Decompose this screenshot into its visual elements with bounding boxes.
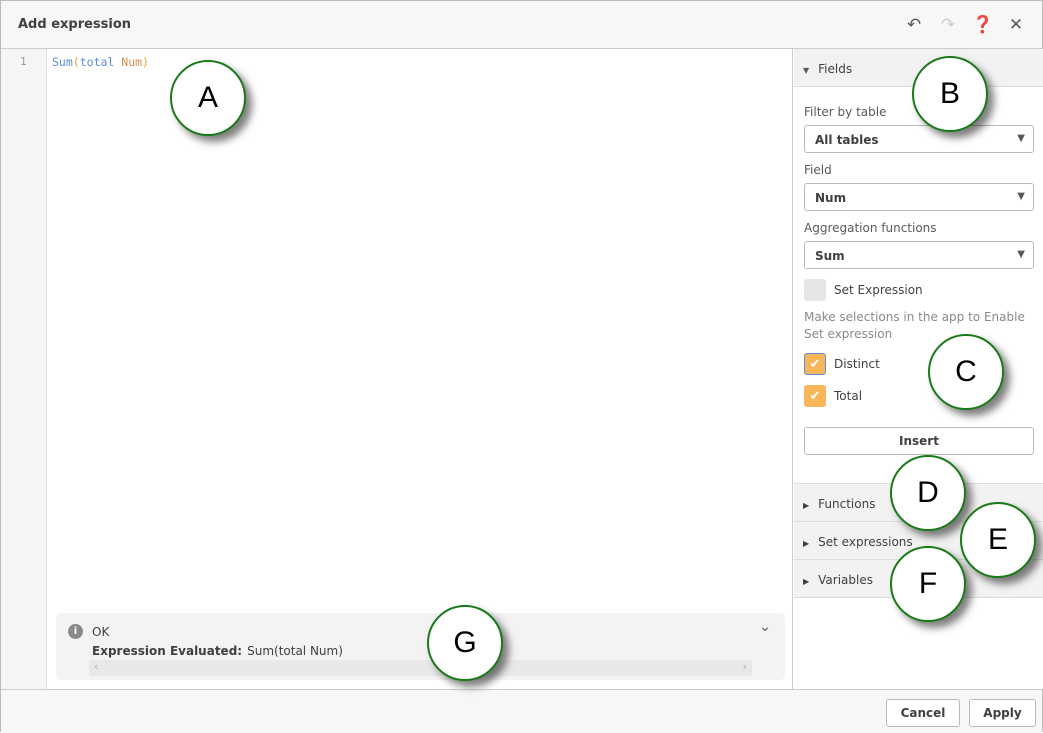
callout-b: B: [912, 56, 988, 132]
insert-button[interactable]: Insert: [804, 427, 1034, 455]
callout-f: F: [890, 546, 966, 622]
status-state: OK: [92, 625, 110, 639]
add-expression-dialog: Add expression ↶ ↷ ❓ ✕ 1 Sum(total Num) …: [0, 0, 1043, 733]
select-value: Num: [815, 191, 847, 205]
callout-c: C: [928, 334, 1004, 410]
expression-editor[interactable]: 1 Sum(total Num) i OK Expression Evaluat…: [1, 49, 793, 689]
checkmark-icon: ✔: [804, 385, 826, 407]
line-number: 1: [20, 55, 27, 68]
checkmark-icon: ✔: [804, 353, 826, 375]
select-value: All tables: [815, 133, 879, 147]
caret-right-icon: ▶: [803, 501, 810, 510]
dialog-footer: Cancel Apply: [1, 689, 1042, 733]
dialog-title: Add expression: [18, 17, 132, 32]
evaluated-value: Sum(total Num): [247, 644, 343, 658]
dropdown-arrow-icon: ▼: [1017, 249, 1025, 260]
dropdown-arrow-icon: ▼: [1017, 191, 1025, 202]
aggregation-label: Aggregation functions: [804, 221, 937, 235]
aggregation-select[interactable]: Sum ▼: [804, 241, 1034, 269]
set-expression-hint: Make selections in the app to Enable Set…: [804, 310, 1025, 341]
expression-code[interactable]: Sum(total Num): [52, 55, 149, 69]
dropdown-arrow-icon: ▼: [1017, 133, 1025, 144]
checkbox-box: [804, 279, 826, 301]
checkbox-label: Total: [834, 389, 863, 403]
caret-right-icon: ▶: [803, 539, 810, 548]
code-function: Sum: [52, 55, 73, 69]
code-field: Num: [121, 55, 143, 69]
code-paren: (: [72, 55, 80, 69]
code-keyword: total: [79, 55, 122, 69]
section-title: Fields: [818, 62, 853, 76]
filter-by-table-select[interactable]: All tables ▼: [804, 125, 1034, 153]
section-title: Functions: [818, 497, 876, 511]
caret-down-icon: ▼: [803, 66, 810, 75]
field-select[interactable]: Num ▼: [804, 183, 1034, 211]
scroll-left-icon[interactable]: ‹: [94, 660, 98, 673]
undo-icon[interactable]: ↶: [904, 15, 924, 35]
close-icon[interactable]: ✕: [1006, 15, 1026, 35]
select-value: Sum: [815, 249, 845, 263]
chevron-down-icon[interactable]: ⌄: [759, 619, 771, 635]
help-icon[interactable]: ❓: [972, 15, 993, 35]
section-title: Variables: [818, 573, 873, 587]
callout-d: D: [890, 455, 966, 531]
set-expression-checkbox[interactable]: Set Expression: [804, 279, 1034, 301]
callout-g: G: [427, 605, 503, 681]
apply-button[interactable]: Apply: [969, 699, 1036, 727]
section-title: Set expressions: [818, 535, 913, 549]
line-gutter: 1: [1, 49, 47, 689]
checkbox-label: Distinct: [834, 357, 880, 371]
horizontal-scrollbar[interactable]: ‹ ›: [89, 660, 752, 676]
redo-icon[interactable]: ↷: [938, 15, 958, 35]
callout-e: E: [960, 502, 1036, 578]
dialog-header: Add expression ↶ ↷ ❓ ✕: [1, 1, 1042, 49]
cancel-button[interactable]: Cancel: [886, 699, 960, 727]
callout-a: A: [170, 60, 246, 136]
field-label: Field: [804, 163, 832, 177]
evaluated-expression: Expression Evaluated: Sum(total Num): [92, 644, 343, 658]
evaluated-label: Expression Evaluated:: [92, 644, 243, 658]
checkbox-label: Set Expression: [834, 283, 923, 297]
status-panel: i OK Expression Evaluated: Sum(total Num)…: [56, 613, 785, 680]
code-paren: ): [142, 55, 149, 69]
scroll-right-icon[interactable]: ›: [743, 660, 747, 673]
info-icon: i: [68, 624, 83, 639]
caret-right-icon: ▶: [803, 577, 810, 586]
